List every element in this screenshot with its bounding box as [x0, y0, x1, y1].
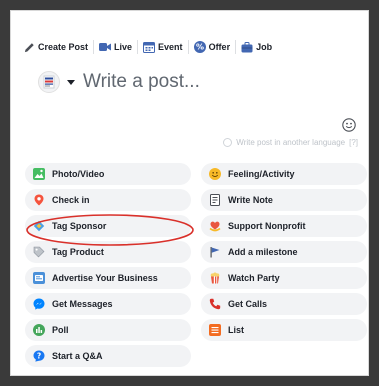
- flag-icon: [209, 246, 221, 258]
- option-support-nonprofit[interactable]: Support Nonprofit: [201, 215, 367, 237]
- live-label: Live: [114, 42, 133, 52]
- heart-hands-icon: [209, 220, 221, 232]
- list-icon: [209, 324, 221, 336]
- question-icon: ?: [33, 350, 45, 362]
- option-label: Watch Party: [228, 273, 280, 283]
- tag-icon: [33, 246, 45, 258]
- option-watch-party[interactable]: Watch Party: [201, 267, 367, 289]
- option-feeling-activity[interactable]: Feeling/Activity: [201, 163, 367, 185]
- another-language-link[interactable]: Write post in another language: [236, 138, 345, 147]
- option-label: Feeling/Activity: [228, 169, 295, 179]
- composer-row: Write a post...: [38, 71, 200, 93]
- briefcase-icon: [241, 41, 253, 53]
- poll-icon: [33, 324, 45, 336]
- offer-tab[interactable]: % Offer: [193, 41, 231, 53]
- option-tag-sponsor[interactable]: Tag Sponsor: [25, 215, 191, 237]
- globe-icon: [223, 138, 233, 147]
- live-tab[interactable]: Live: [99, 41, 132, 53]
- post-input[interactable]: Write a post...: [83, 71, 200, 93]
- another-language-row: Write post in another language [?]: [223, 138, 358, 147]
- event-tab[interactable]: Event: [143, 41, 183, 53]
- option-add-milestone[interactable]: Add a milestone: [201, 241, 367, 263]
- option-get-messages[interactable]: Get Messages: [25, 293, 191, 315]
- option-label: Tag Product: [52, 247, 104, 257]
- option-advertise-business[interactable]: Advertise Your Business: [25, 267, 191, 289]
- location-pin-icon: [33, 194, 45, 206]
- option-tag-product[interactable]: Tag Product: [25, 241, 191, 263]
- option-get-calls[interactable]: Get Calls: [201, 293, 367, 315]
- offer-label: Offer: [208, 42, 231, 52]
- option-label: Tag Sponsor: [52, 221, 107, 231]
- option-label: Get Messages: [52, 299, 113, 309]
- video-camera-icon: [99, 41, 112, 53]
- messenger-icon: [33, 298, 45, 310]
- emoji-icon[interactable]: [342, 118, 356, 132]
- toolbar-divider: [137, 40, 139, 54]
- svg-text:%: %: [196, 43, 204, 52]
- photo-icon: [33, 168, 45, 180]
- option-check-in[interactable]: Check in: [25, 189, 191, 211]
- page-logo-icon: [43, 75, 55, 89]
- option-label: Poll: [52, 325, 69, 335]
- post-options-grid: Photo/Video Feeling/Activity Check in Wr…: [25, 163, 367, 367]
- option-poll[interactable]: Poll: [25, 319, 191, 341]
- offer-tag-icon: %: [193, 41, 206, 53]
- popcorn-icon: [209, 272, 221, 284]
- handshake-icon: [33, 220, 45, 232]
- option-write-note[interactable]: Write Note: [201, 189, 367, 211]
- event-label: Event: [158, 42, 183, 52]
- pencil-icon: [23, 41, 35, 53]
- phone-icon: [209, 298, 221, 310]
- calendar-icon: [143, 41, 156, 53]
- job-label: Job: [256, 42, 273, 52]
- svg-text:?: ?: [37, 351, 41, 360]
- option-label: Get Calls: [228, 299, 268, 309]
- option-start-qa[interactable]: ? Start a Q&A: [25, 345, 191, 367]
- toolbar-divider: [93, 40, 95, 54]
- option-label: Photo/Video: [52, 169, 105, 179]
- option-label: List: [228, 325, 245, 335]
- create-post-tab[interactable]: Create Post: [23, 41, 88, 53]
- option-label: Advertise Your Business: [52, 273, 158, 283]
- toolbar-divider: [235, 40, 237, 54]
- smiley-icon: [209, 168, 221, 180]
- chevron-down-icon[interactable]: [67, 79, 75, 85]
- option-label: Support Nonprofit: [228, 221, 306, 231]
- option-label: Check in: [52, 195, 90, 205]
- note-icon: [209, 194, 221, 206]
- option-list[interactable]: List: [201, 319, 367, 341]
- job-tab[interactable]: Job: [241, 41, 272, 53]
- page-avatar[interactable]: [38, 71, 60, 93]
- advertise-icon: [33, 272, 45, 284]
- option-photo-video[interactable]: Photo/Video: [25, 163, 191, 185]
- option-label: Add a milestone: [228, 247, 298, 257]
- option-label: Start a Q&A: [52, 351, 103, 361]
- toolbar-divider: [187, 40, 189, 54]
- post-type-toolbar: Create Post Live Event % Offer Job: [23, 38, 272, 56]
- create-post-label: Create Post: [38, 42, 89, 52]
- option-label: Write Note: [228, 195, 273, 205]
- help-link[interactable]: [?]: [349, 138, 358, 147]
- create-post-panel: Create Post Live Event % Offer Job Write…: [10, 10, 369, 376]
